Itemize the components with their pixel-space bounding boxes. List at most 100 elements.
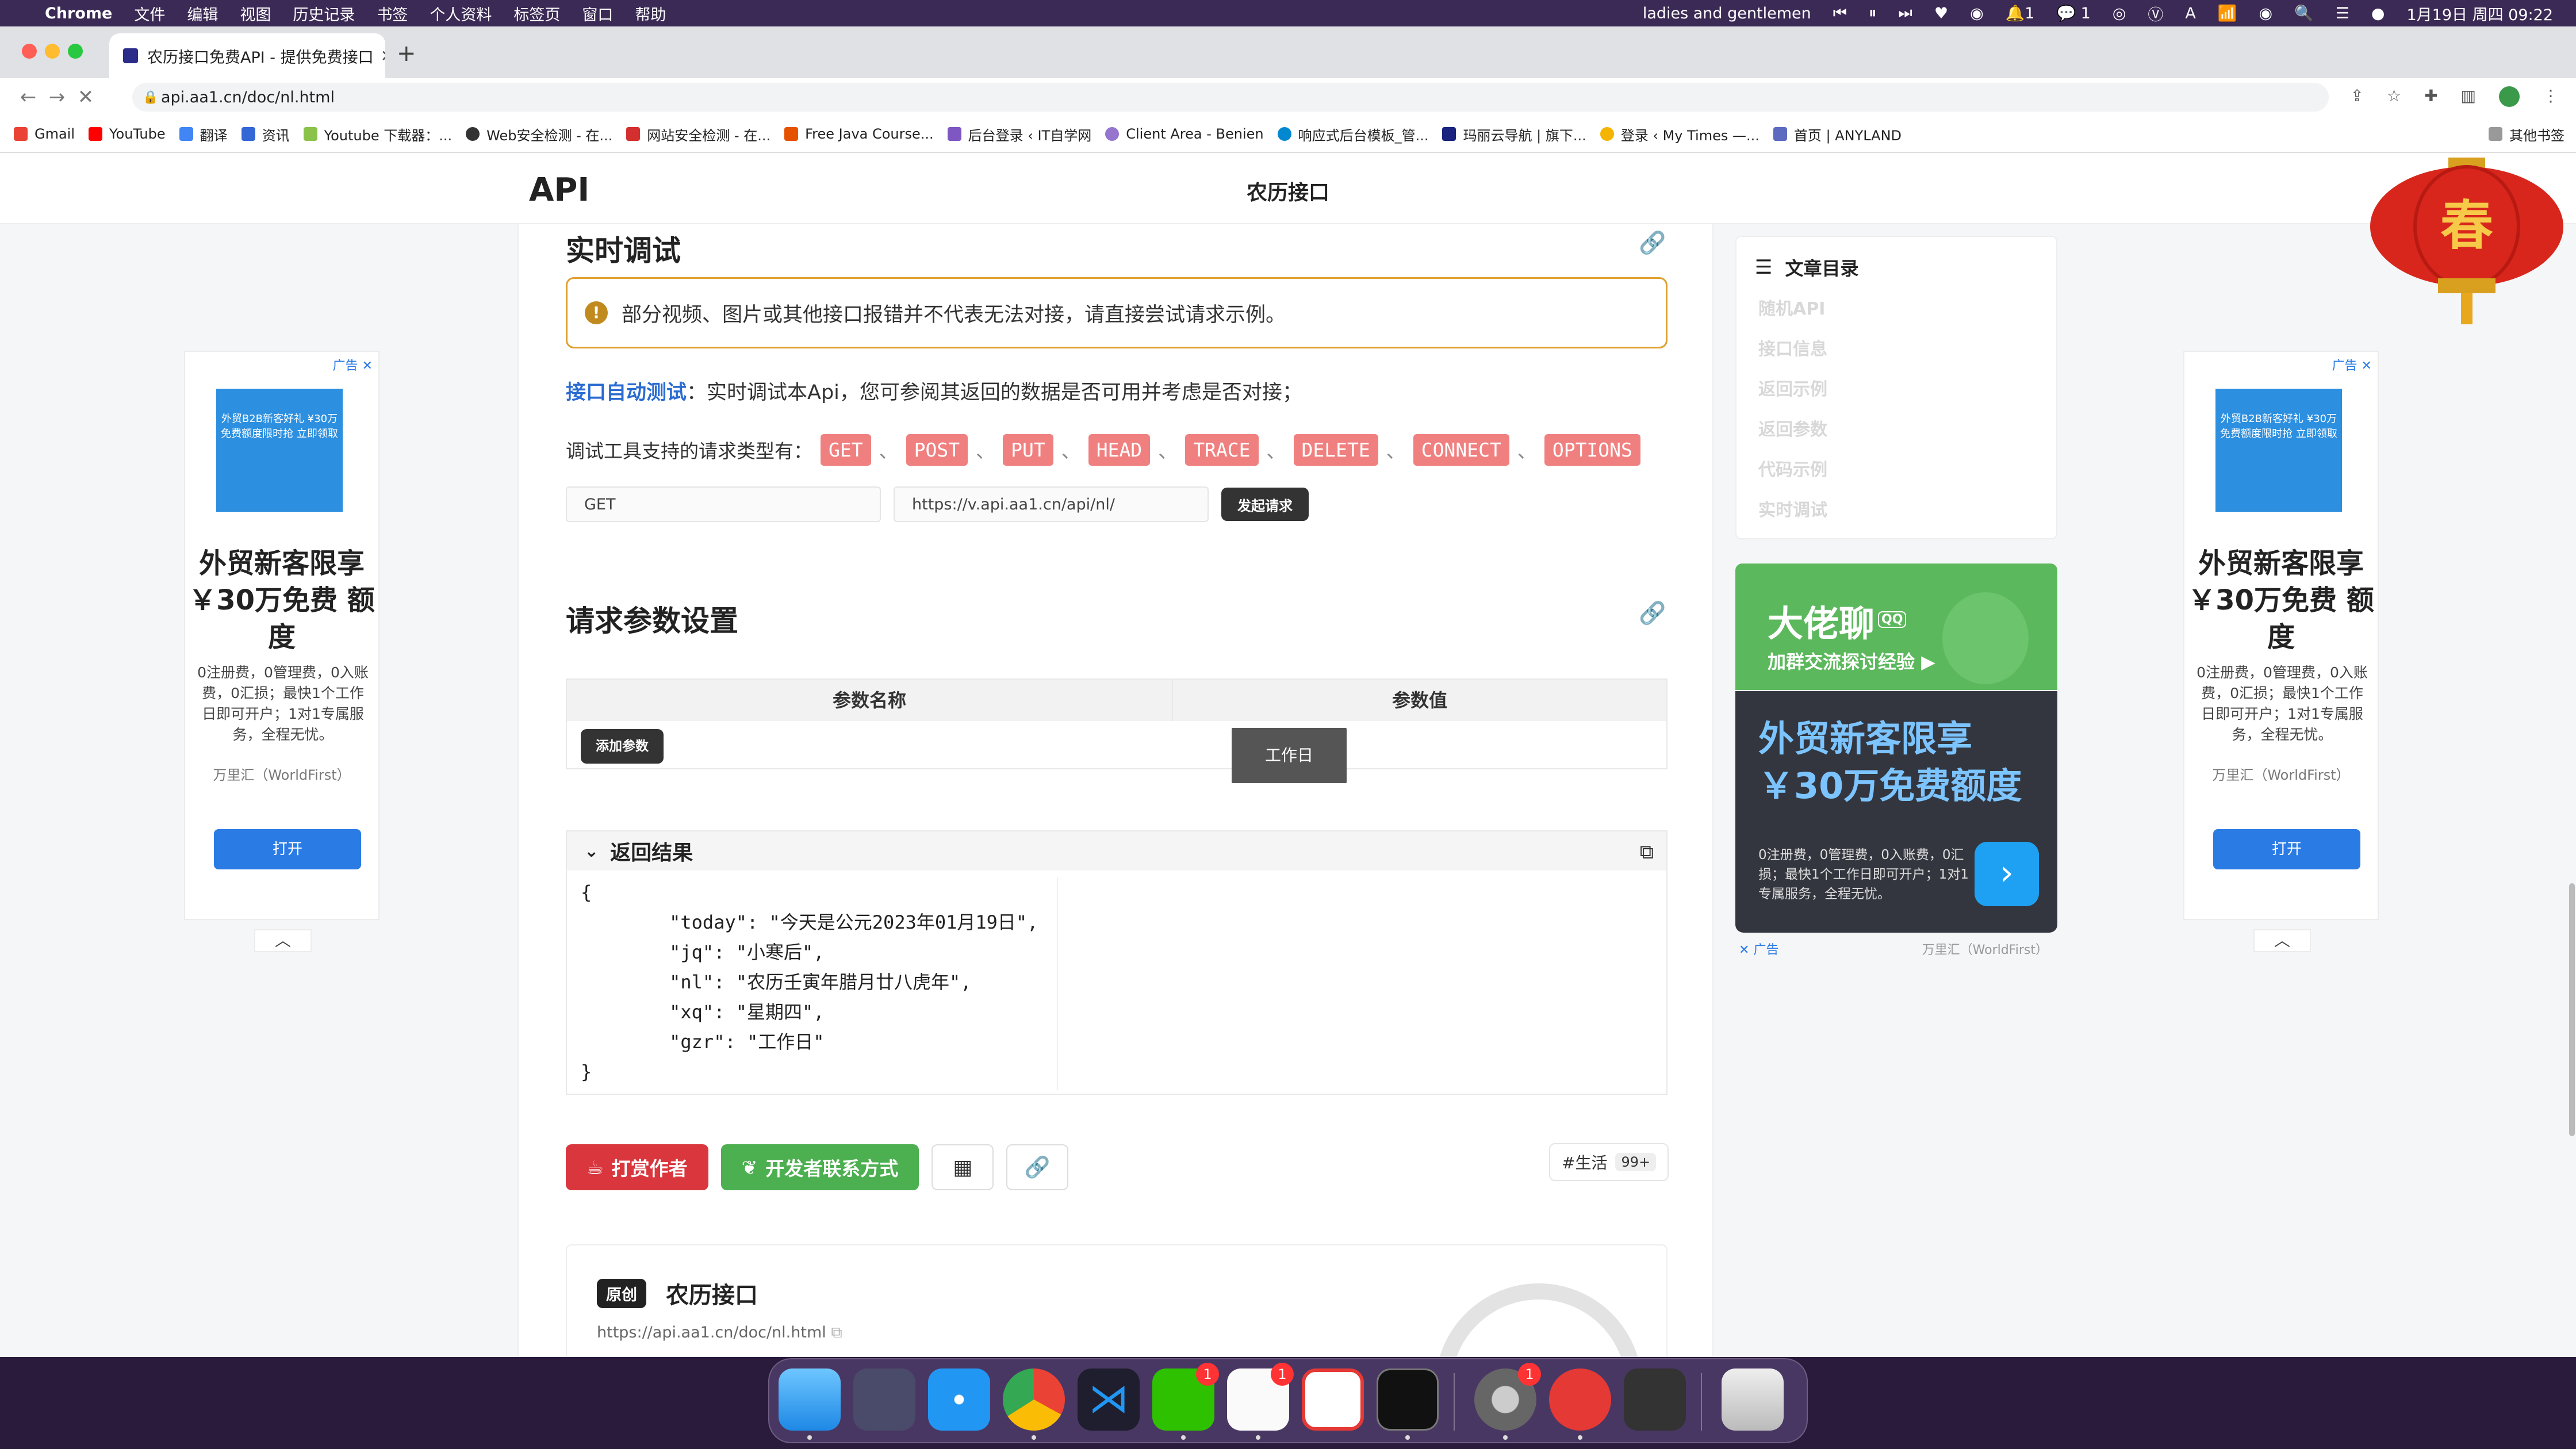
worldfirst-ad[interactable]: 外贸新客限享 ￥30万免费额度 0注册费，0管理费，0入账费，0汇损；最快1个工…: [1735, 691, 2057, 933]
screen-record-icon[interactable]: ◉: [2259, 5, 2273, 22]
wechat-icon[interactable]: 1: [1152, 1363, 1219, 1431]
tip-author-button[interactable]: ☕ 打赏作者: [566, 1144, 708, 1190]
trash-icon[interactable]: [1722, 1368, 1784, 1431]
bookmark-client-area[interactable]: Client Area - Benien: [1105, 126, 1264, 142]
menu-history[interactable]: 历史记录: [293, 2, 355, 25]
left-ad-collapse-icon[interactable]: ︿: [254, 929, 312, 952]
chevron-right-icon[interactable]: ›: [1975, 842, 2039, 906]
bookmark-translate[interactable]: 翻译: [179, 124, 228, 144]
tab-close-icon[interactable]: ✕: [374, 47, 385, 66]
left-ad-tag[interactable]: 广告 ✕: [333, 355, 373, 374]
ad-close-tag[interactable]: ✕ 广告: [1739, 943, 1778, 957]
qrcode-button[interactable]: ▦: [931, 1144, 994, 1190]
toc-item-random-api[interactable]: 随机API: [1758, 294, 1825, 320]
reload-stop-icon[interactable]: ✕: [71, 86, 100, 109]
bookmark-web-security-1[interactable]: Web安全检测 - 在...: [466, 124, 612, 144]
toc-item-api-info[interactable]: 接口信息: [1758, 335, 1827, 360]
original-url[interactable]: https://api.aa1.cn/doc/nl.html ⧉: [597, 1324, 842, 1342]
toc-item-return-example[interactable]: 返回示例: [1758, 375, 1827, 400]
now-playing-text[interactable]: ladies and gentlemen: [1643, 5, 1811, 22]
menu-clock[interactable]: 1月19日 周四 09:22: [2406, 2, 2553, 25]
site-logo[interactable]: API: [529, 171, 589, 209]
share-icon[interactable]: ⇪: [2350, 86, 2363, 107]
send-request-button[interactable]: 发起请求: [1221, 488, 1309, 521]
forward-icon[interactable]: →: [43, 86, 71, 109]
bookmark-youtube-downloader[interactable]: Youtube 下载器：...: [303, 124, 452, 144]
media-next-icon[interactable]: ⏭: [1899, 4, 1912, 22]
back-icon[interactable]: ←: [14, 86, 43, 109]
add-param-button[interactable]: 添加参数: [581, 729, 664, 764]
lock-icon[interactable]: 🔒: [143, 90, 158, 105]
right-ad-image[interactable]: 外贸B2B新客好礼 ¥30万免费额度限时抢 立即领取: [2215, 389, 2342, 512]
shield-status-icon[interactable]: ◎: [2113, 5, 2126, 22]
bookmark-java-course[interactable]: Free Java Course...: [784, 126, 934, 142]
menu-help[interactable]: 帮助: [635, 2, 666, 25]
address-bar[interactable]: 🔒 api.aa1.cn/doc/nl.html: [132, 83, 2329, 112]
left-ad-image[interactable]: 外贸B2B新客好礼 ¥30万免费额度限时抢 立即领取: [216, 389, 343, 512]
spotlight-search-icon[interactable]: 🔍: [2294, 4, 2314, 22]
heart-icon[interactable]: ♥: [1934, 5, 1948, 22]
chrome-menu-icon[interactable]: ⋮: [2543, 86, 2559, 107]
keychain-icon[interactable]: [1624, 1368, 1686, 1431]
page-scrollbar[interactable]: [2569, 883, 2575, 1136]
menu-edit[interactable]: 编辑: [187, 2, 218, 25]
menu-view[interactable]: 视图: [240, 2, 271, 25]
bookmark-admin-template[interactable]: 响应式后台模板_管...: [1277, 124, 1428, 144]
new-tab-button[interactable]: +: [397, 40, 416, 67]
left-ad-open-button[interactable]: 打开: [214, 829, 361, 869]
right-ad-collapse-icon[interactable]: ︿: [2253, 929, 2311, 952]
music-app-icon[interactable]: ◉: [1970, 5, 1984, 22]
git-client-icon[interactable]: [1302, 1368, 1364, 1431]
menu-bookmarks[interactable]: 书签: [377, 2, 408, 25]
toc-item-live-debug[interactable]: 实时调试: [1758, 496, 1827, 521]
window-close-button[interactable]: [22, 44, 37, 59]
wifi-icon[interactable]: 📶: [2218, 4, 2237, 22]
tag-pill[interactable]: #生活 99+: [1549, 1143, 1669, 1181]
qq-group-ad[interactable]: 大佬聊 QQ 加群交流探讨经验 ▶: [1735, 564, 2057, 690]
bookmark-my-times[interactable]: 登录 ‹ My Times —...: [1600, 124, 1759, 144]
toc-item-return-params[interactable]: 返回参数: [1758, 415, 1827, 440]
bookmark-star-icon[interactable]: ☆: [2387, 86, 2401, 107]
params-anchor-link-icon[interactable]: 🔗: [1639, 600, 1666, 626]
menu-profile[interactable]: 个人资料: [430, 2, 492, 25]
bookmark-anyland[interactable]: 首页 | ANYLAND: [1773, 124, 1902, 144]
vscode-icon[interactable]: ⋊: [1078, 1368, 1140, 1431]
media-prev-icon[interactable]: ⏮: [1833, 4, 1847, 22]
toc-item-code-example[interactable]: 代码示例: [1758, 455, 1827, 481]
copy-icon[interactable]: ⧉: [1640, 841, 1654, 864]
debug-anchor-link-icon[interactable]: 🔗: [1639, 230, 1666, 256]
autotest-link[interactable]: 接口自动测试: [566, 381, 687, 404]
developer-contact-button[interactable]: ❦ 开发者联系方式: [720, 1144, 919, 1190]
other-bookmarks[interactable]: 其他书签: [2489, 124, 2564, 144]
vpn-icon[interactable]: Ⓥ: [2148, 2, 2163, 25]
left-side-ad[interactable]: 广告 ✕ 外贸B2B新客好礼 ¥30万免费额度限时抢 立即领取 外贸新客限享 ￥…: [184, 351, 379, 952]
input-method-icon[interactable]: A: [2185, 5, 2195, 22]
bookmark-it-login[interactable]: 后台登录 ‹ IT自学网: [947, 124, 1091, 144]
request-url-input[interactable]: https://v.api.aa1.cn/api/nl/: [894, 486, 1209, 522]
bookmark-youtube[interactable]: YouTube: [89, 126, 166, 142]
menu-window[interactable]: 窗口: [582, 2, 613, 25]
side-panel-icon[interactable]: ▥: [2461, 86, 2476, 107]
result-header[interactable]: ⌄ 返回结果: [567, 831, 1666, 871]
qq-icon[interactable]: 1: [1227, 1363, 1294, 1431]
chevron-down-icon[interactable]: ⌄: [584, 841, 599, 861]
safari-icon[interactable]: [928, 1368, 990, 1431]
finder-icon[interactable]: [779, 1368, 841, 1431]
menu-tabs[interactable]: 标签页: [513, 2, 560, 25]
bookmark-marycloud[interactable]: 玛丽云导航 | 旗下...: [1442, 124, 1586, 144]
browser-tab[interactable]: 农历接口免费API - 提供免费接口 ✕: [109, 33, 385, 78]
media-pause-icon[interactable]: ⏸: [1869, 4, 1877, 22]
window-minimize-button[interactable]: [45, 44, 60, 59]
bookmark-news[interactable]: 资讯: [241, 124, 290, 144]
control-center-icon[interactable]: ☰: [2336, 5, 2349, 22]
netease-music-icon[interactable]: [1549, 1368, 1611, 1431]
menu-file[interactable]: 文件: [134, 2, 165, 25]
bell-icon[interactable]: 🔔1: [2006, 4, 2035, 22]
launchpad-icon[interactable]: [853, 1368, 915, 1431]
extensions-icon[interactable]: ✚: [2424, 86, 2437, 107]
siri-icon[interactable]: ●: [2371, 5, 2385, 22]
right-ad-open-button[interactable]: 打开: [2213, 829, 2360, 869]
menu-app-name[interactable]: Chrome: [45, 5, 112, 22]
profile-avatar[interactable]: [2499, 86, 2520, 107]
wechat-status-icon[interactable]: 💬 1: [2056, 4, 2090, 22]
